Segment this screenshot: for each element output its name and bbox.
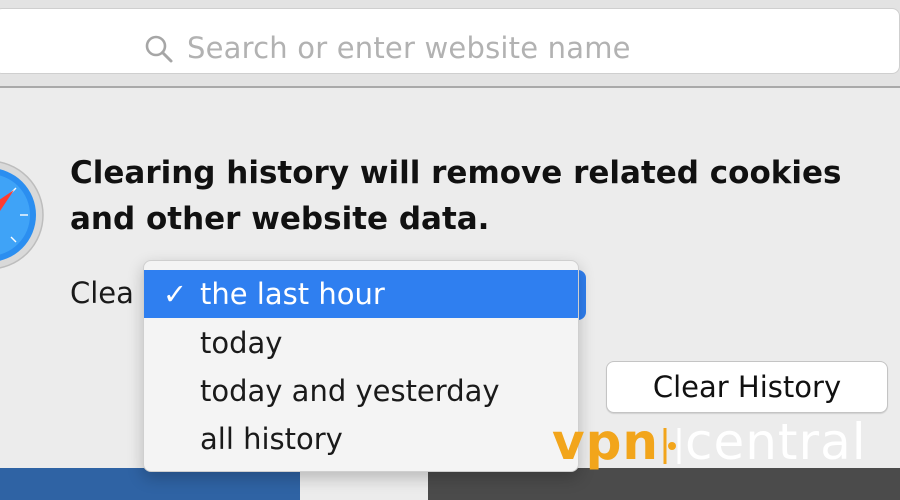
menu-item-label: all history xyxy=(200,422,343,456)
background-strip-left xyxy=(0,468,300,500)
safari-compass-icon xyxy=(0,161,44,269)
clear-history-button[interactable]: Clear History xyxy=(606,361,888,413)
browser-window: Search or enter website name Clearing hi… xyxy=(0,0,900,500)
menu-item-last-hour[interactable]: ✓ the last hour xyxy=(144,270,578,318)
address-placeholder[interactable]: Search or enter website name xyxy=(187,31,631,65)
menu-item-label: today and yesterday xyxy=(200,374,500,408)
menu-item-today[interactable]: today xyxy=(144,319,578,367)
watermark-central: central xyxy=(684,413,867,471)
time-range-dropdown-menu: ✓ the last hour today today and yesterda… xyxy=(143,260,579,472)
toolbar: Search or enter website name xyxy=(0,0,900,88)
background-strip-right xyxy=(428,468,900,500)
checkmark-icon: ✓ xyxy=(162,277,188,311)
watermark-key-icon xyxy=(663,427,681,464)
dialog-message: Clearing history will remove related coo… xyxy=(70,155,842,237)
clear-label: Clea xyxy=(70,276,134,310)
menu-item-all-history[interactable]: all history xyxy=(144,415,578,463)
address-bar[interactable]: Search or enter website name xyxy=(0,8,900,74)
vpncentral-watermark: vpn central xyxy=(552,412,867,472)
watermark-vpn: vpn xyxy=(552,413,659,471)
search-icon xyxy=(145,35,173,63)
menu-item-label: today xyxy=(200,326,283,360)
menu-item-label: the last hour xyxy=(200,277,385,311)
menu-item-today-and-yesterday[interactable]: today and yesterday xyxy=(144,367,578,415)
